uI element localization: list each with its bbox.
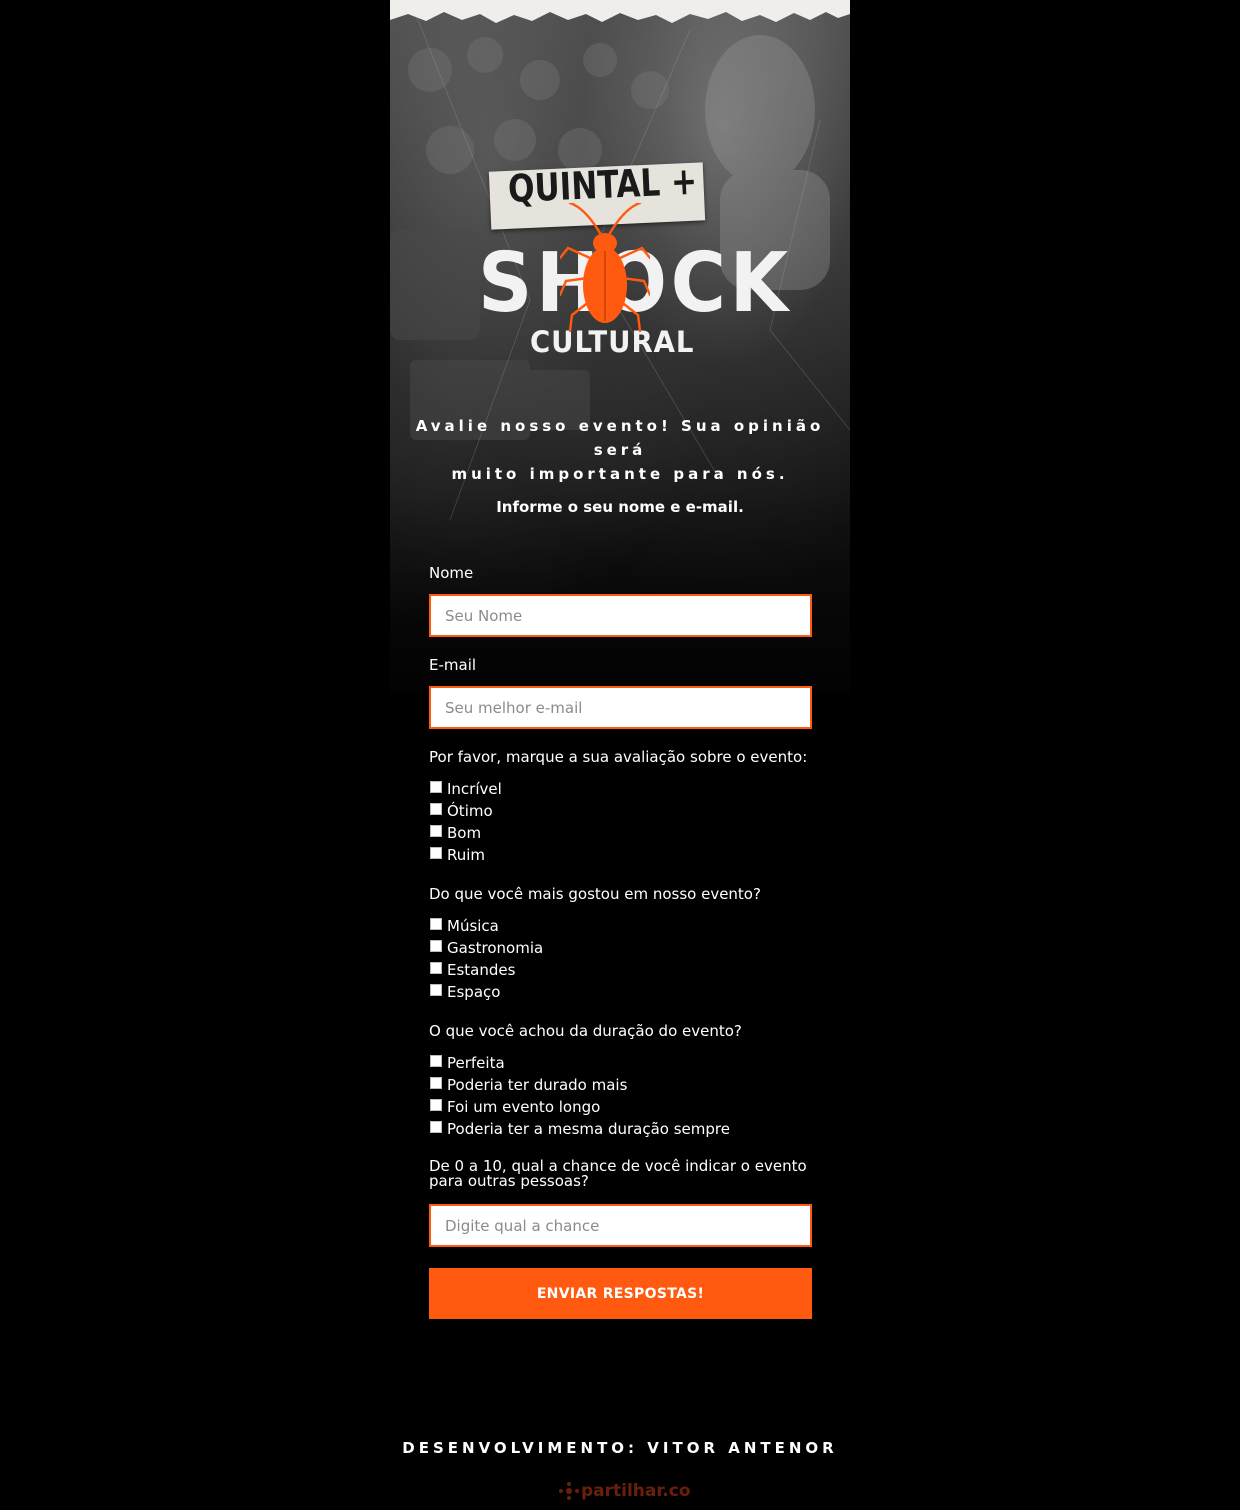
duration-question: O que você achou da duração do evento? (429, 1022, 742, 1040)
duration-options: Perfeita Poderia ter durado mais Foi um … (429, 1052, 730, 1140)
liked-option[interactable]: Espaço (429, 981, 543, 1003)
checkbox[interactable] (430, 962, 442, 974)
hero-headline-line2: muito importante para nós. (451, 465, 789, 483)
duration-option-label: Poderia ter durado mais (447, 1076, 628, 1094)
checkbox[interactable] (430, 918, 442, 930)
developer-credit: DESENVOLVIMENTO: VITOR ANTENOR (402, 1439, 838, 1457)
rating-option[interactable]: Ótimo (429, 800, 502, 822)
event-logo: QUINTAL + SHOCK CULTURAL (468, 155, 788, 365)
nps-input[interactable] (429, 1204, 812, 1247)
liked-question: Do que você mais gostou em nosso evento? (429, 885, 761, 903)
email-label: E-mail (429, 656, 477, 674)
partilhar-logo-icon (559, 1482, 579, 1500)
rating-option-label: Incrível (447, 780, 502, 798)
duration-option[interactable]: Poderia ter a mesma duração sempre (429, 1118, 730, 1140)
checkbox[interactable] (430, 1077, 442, 1089)
checkbox[interactable] (430, 847, 442, 859)
hero-headline-line1: Avalie nosso evento! Sua opinião será (415, 417, 825, 459)
torn-paper-edge (390, 0, 850, 23)
liked-option-label: Espaço (447, 983, 501, 1001)
rating-options: Incrível Ótimo Bom Ruim (429, 778, 502, 866)
checkbox[interactable] (430, 1121, 442, 1133)
duration-option-label: Poderia ter a mesma duração sempre (447, 1120, 730, 1138)
checkbox[interactable] (430, 825, 442, 837)
hero-banner: QUINTAL + SHOCK CULTURAL Avalie nosso ev… (390, 0, 850, 695)
submit-button[interactable]: ENVIAR RESPOSTAS! (429, 1268, 812, 1319)
email-input[interactable] (429, 686, 812, 729)
liked-option[interactable]: Gastronomia (429, 937, 543, 959)
liked-option-label: Gastronomia (447, 939, 544, 957)
rating-option-label: Ruim (447, 846, 486, 864)
rating-option[interactable]: Bom (429, 822, 502, 844)
duration-option[interactable]: Foi um evento longo (429, 1096, 730, 1118)
nps-question-line2: para outras pessoas? (429, 1172, 589, 1190)
hero-subheadline: Informe o seu nome e e-mail. (496, 498, 744, 516)
partilhar-brand-text: partilhar.co (581, 1481, 691, 1501)
rating-option[interactable]: Ruim (429, 844, 502, 866)
checkbox[interactable] (430, 1099, 442, 1111)
partilhar-brand-link[interactable]: partilhar.co (557, 1478, 691, 1504)
checkbox[interactable] (430, 781, 442, 793)
liked-option-label: Música (447, 917, 499, 935)
name-label: Nome (429, 564, 474, 582)
rating-option[interactable]: Incrível (429, 778, 502, 800)
liked-option[interactable]: Música (429, 915, 543, 937)
rating-option-label: Bom (447, 824, 482, 842)
name-input[interactable] (429, 594, 812, 637)
checkbox[interactable] (430, 803, 442, 815)
rating-option-label: Ótimo (447, 802, 493, 820)
checkbox[interactable] (430, 940, 442, 952)
liked-option[interactable]: Estandes (429, 959, 543, 981)
rating-question: Por favor, marque a sua avaliação sobre … (429, 748, 808, 766)
checkbox[interactable] (430, 984, 442, 996)
liked-option-label: Estandes (447, 961, 516, 979)
orange-cockroach-icon (560, 203, 650, 333)
duration-option[interactable]: Poderia ter durado mais (429, 1074, 730, 1096)
checkbox[interactable] (430, 1055, 442, 1067)
duration-option-label: Foi um evento longo (447, 1098, 601, 1116)
nps-question: De 0 a 10, qual a chance de você indicar… (429, 1159, 807, 1189)
duration-option-label: Perfeita (447, 1054, 505, 1072)
duration-option[interactable]: Perfeita (429, 1052, 730, 1074)
hero-headline: Avalie nosso evento! Sua opinião será mu… (390, 414, 850, 486)
liked-options: Música Gastronomia Estandes Espaço (429, 915, 543, 1003)
